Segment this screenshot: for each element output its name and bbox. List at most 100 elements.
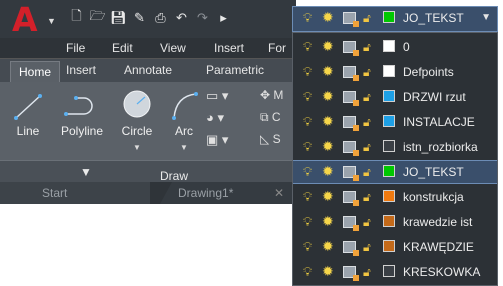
unlock-icon[interactable]: 🔓︎ bbox=[363, 65, 371, 80]
layer-row[interactable]: 💡︎ ✹ 🔓︎ krawedzie ist bbox=[293, 211, 497, 233]
viewport-freeze-icon[interactable] bbox=[343, 116, 359, 131]
unlock-icon[interactable]: 🔓︎ bbox=[363, 240, 371, 255]
lightbulb-icon[interactable]: 💡︎ bbox=[303, 114, 312, 130]
layer-color-swatch[interactable] bbox=[383, 190, 395, 202]
plot-icon[interactable]: ⎙ bbox=[152, 10, 169, 27]
tab-insert[interactable]: Insert bbox=[66, 63, 96, 77]
unlock-icon[interactable]: 🔓︎ bbox=[363, 140, 371, 155]
layer-color-swatch[interactable] bbox=[383, 140, 395, 152]
unlock-icon[interactable]: 🔓︎ bbox=[363, 11, 371, 26]
sun-icon[interactable]: ✹ bbox=[322, 63, 334, 80]
lightbulb-icon[interactable]: 💡︎ bbox=[303, 189, 312, 205]
layer-combo[interactable]: 💡︎ ✹ 🔓︎ JO_TEKST ▼ bbox=[292, 6, 498, 32]
viewport-freeze-icon[interactable] bbox=[343, 241, 359, 256]
viewport-freeze-icon[interactable] bbox=[343, 266, 359, 281]
unlock-icon[interactable]: 🔓︎ bbox=[363, 115, 371, 130]
lightbulb-icon[interactable]: 💡︎ bbox=[303, 164, 312, 180]
rectangle-icon[interactable]: ▭ ▾ bbox=[206, 88, 228, 110]
layer-color-swatch[interactable] bbox=[383, 40, 395, 52]
viewport-freeze-icon[interactable] bbox=[343, 141, 359, 156]
layer-row[interactable]: 💡︎ ✹ 🔓︎ INSTALACJE bbox=[293, 111, 497, 133]
menu-format[interactable]: For bbox=[268, 41, 286, 55]
layer-row[interactable]: 💡︎ ✹ 🔓︎ KRAWĘDZIE bbox=[293, 236, 497, 258]
sun-icon[interactable]: ✹ bbox=[322, 88, 334, 105]
layer-color-swatch[interactable] bbox=[383, 265, 395, 277]
unlock-icon[interactable]: 🔓︎ bbox=[363, 90, 371, 105]
lightbulb-icon[interactable]: 💡︎ bbox=[303, 264, 312, 280]
layer-color-swatch[interactable] bbox=[383, 90, 395, 102]
layer-color-swatch[interactable] bbox=[383, 65, 395, 77]
boundary-icon[interactable]: ▣ ▾ bbox=[206, 132, 228, 154]
tab-annotate[interactable]: Annotate bbox=[124, 63, 172, 77]
save-icon[interactable]: 💾︎ bbox=[110, 10, 127, 27]
tab-start[interactable]: Start bbox=[0, 182, 150, 204]
sun-icon[interactable]: ✹ bbox=[322, 38, 334, 55]
unlock-icon[interactable]: 🔓︎ bbox=[363, 265, 371, 280]
saveas-icon[interactable]: ✎ bbox=[131, 10, 148, 27]
layer-row[interactable]: 💡︎ ✹ 🔓︎ konstrukcja bbox=[293, 186, 497, 208]
sun-icon[interactable]: ✹ bbox=[322, 238, 334, 255]
viewport-freeze-icon[interactable] bbox=[343, 191, 359, 206]
sun-icon[interactable]: ✹ bbox=[322, 213, 334, 230]
menu-insert[interactable]: Insert bbox=[214, 41, 244, 55]
circle-tool[interactable]: Circle ▼ bbox=[114, 82, 160, 158]
line-tool[interactable]: Line bbox=[10, 82, 46, 158]
new-icon[interactable]: 🗋 bbox=[68, 8, 85, 27]
tab-drawing1[interactable]: Drawing1* ✕ bbox=[160, 182, 296, 204]
layer-row[interactable]: 💡︎ ✹ 🔓︎ Defpoints bbox=[293, 61, 497, 83]
viewport-freeze-icon[interactable] bbox=[343, 91, 359, 106]
lightbulb-icon[interactable]: 💡︎ bbox=[303, 139, 312, 155]
copy-tool[interactable]: ⧉ C bbox=[260, 110, 283, 132]
layer-row[interactable]: 💡︎ ✹ 🔓︎ KRESKOWKA bbox=[293, 261, 497, 283]
menu-file[interactable]: File bbox=[66, 41, 85, 55]
unlock-icon[interactable]: 🔓︎ bbox=[363, 40, 371, 55]
sun-icon[interactable]: ✹ bbox=[322, 263, 334, 280]
menu-view[interactable]: View bbox=[160, 41, 186, 55]
sun-icon[interactable]: ✹ bbox=[322, 9, 334, 26]
lightbulb-icon[interactable]: 💡︎ bbox=[303, 89, 312, 105]
sun-icon[interactable]: ✹ bbox=[322, 188, 334, 205]
sun-icon[interactable]: ✹ bbox=[322, 138, 334, 155]
more-icon[interactable]: ▸ bbox=[215, 10, 232, 27]
layer-color-swatch[interactable] bbox=[383, 115, 395, 127]
lightbulb-icon[interactable]: 💡︎ bbox=[303, 214, 312, 230]
layer-color-swatch[interactable] bbox=[383, 165, 395, 177]
close-icon[interactable]: ✕ bbox=[274, 182, 284, 204]
hatch-icon[interactable]: ◕ ▾ bbox=[206, 110, 228, 132]
layer-row[interactable]: 💡︎ ✹ 🔓︎ istn_rozbiorka bbox=[293, 136, 497, 158]
application-menu-button[interactable]: A ▼ bbox=[8, 2, 62, 38]
sun-icon[interactable]: ✹ bbox=[322, 163, 334, 180]
undo-icon[interactable]: ↶ bbox=[173, 10, 190, 27]
viewport-freeze-icon[interactable] bbox=[343, 41, 359, 56]
unlock-icon[interactable]: 🔓︎ bbox=[363, 190, 371, 205]
draw-panel-title[interactable]: Draw ▼ bbox=[0, 160, 296, 183]
lightbulb-icon[interactable]: 💡︎ bbox=[303, 39, 312, 55]
tab-home[interactable]: Home bbox=[10, 61, 61, 83]
lightbulb-icon[interactable]: 💡︎ bbox=[303, 10, 312, 26]
unlock-icon[interactable]: 🔓︎ bbox=[363, 165, 371, 180]
stretch-tool[interactable]: ◺ S bbox=[260, 132, 283, 154]
unlock-icon[interactable]: 🔓︎ bbox=[363, 215, 371, 230]
viewport-freeze-icon[interactable] bbox=[343, 12, 359, 27]
redo-icon[interactable]: ↷ bbox=[194, 10, 211, 27]
viewport-freeze-icon[interactable] bbox=[343, 216, 359, 231]
chevron-down-icon[interactable]: ▼ bbox=[114, 143, 160, 152]
polyline-tool[interactable]: Polyline bbox=[54, 82, 110, 158]
lightbulb-icon[interactable]: 💡︎ bbox=[303, 64, 312, 80]
viewport-freeze-icon[interactable] bbox=[343, 66, 359, 81]
layer-row[interactable]: 💡︎ ✹ 🔓︎ 0 bbox=[293, 36, 497, 58]
viewport-freeze-icon[interactable] bbox=[343, 166, 359, 181]
arc-tool[interactable]: Arc ▼ bbox=[166, 82, 202, 158]
menu-edit[interactable]: Edit bbox=[112, 41, 133, 55]
tab-parametric[interactable]: Parametric bbox=[206, 63, 264, 77]
open-icon[interactable]: 🗁 bbox=[89, 8, 106, 27]
sun-icon[interactable]: ✹ bbox=[322, 113, 334, 130]
layer-row[interactable]: 💡︎ ✹ 🔓︎ JO_TEKST bbox=[293, 160, 497, 184]
chevron-down-icon[interactable]: ▼ bbox=[166, 143, 202, 152]
layer-row[interactable]: 💡︎ ✹ 🔓︎ DRZWI rzut bbox=[293, 86, 497, 108]
layer-color-swatch[interactable] bbox=[383, 240, 395, 252]
layer-color-swatch[interactable] bbox=[383, 215, 395, 227]
lightbulb-icon[interactable]: 💡︎ bbox=[303, 239, 312, 255]
move-tool[interactable]: ✥ M bbox=[260, 88, 283, 110]
chevron-down-icon[interactable]: ▼ bbox=[481, 12, 491, 23]
